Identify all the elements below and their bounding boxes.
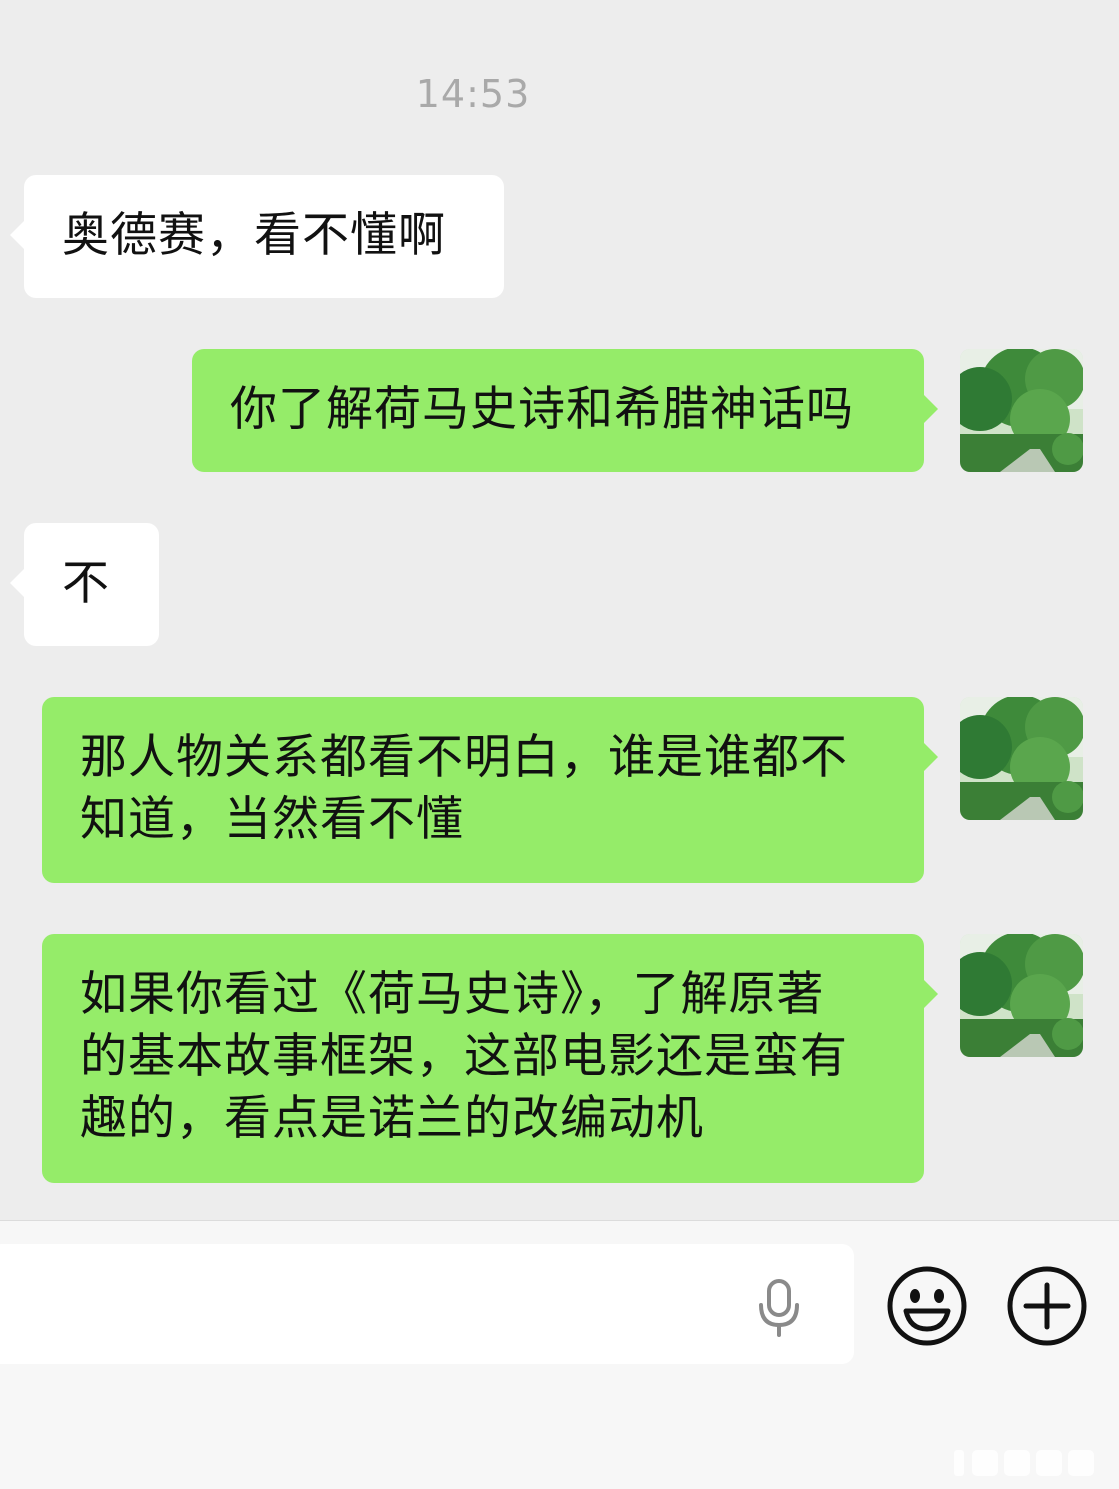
message-text: 你了解荷马史诗和希腊神话吗 [230,382,854,437]
user-avatar[interactable] [960,934,1083,1057]
sent-message-bubble[interactable]: 那人物关系都看不明白，谁是谁都不 知道，当然看不懂 [42,697,938,883]
smiley-face-icon[interactable] [886,1265,968,1347]
user-avatar[interactable] [960,349,1083,472]
message-timestamp: 14:53 [415,72,531,116]
user-avatar[interactable] [960,697,1083,820]
watermark-logo [950,1446,1110,1480]
message-input[interactable] [0,1244,854,1364]
plus-icon[interactable] [1006,1265,1088,1347]
sent-message-bubble[interactable]: 你了解荷马史诗和希腊神话吗 [192,349,938,472]
message-text-line: 那人物关系都看不明白，谁是谁都不 [80,730,848,785]
message-text-line: 如果你看过《荷马史诗》，了解原著 [80,967,825,1022]
message-text: 奥德赛，看不懂啊 [62,208,446,263]
chat-area: 14:53 奥德赛，看不懂啊 你了解荷马史诗和希腊神话吗 不 那人物关系都看不明… [0,0,1119,1220]
message-text-line: 趣的，看点是诺兰的改编动机 [80,1091,704,1146]
message-text: 不 [62,556,110,611]
received-message-bubble[interactable]: 奥德赛，看不懂啊 [10,175,504,298]
message-text-line: 的基本故事框架，这部电影还是蛮有 [80,1029,848,1084]
sent-message-bubble[interactable]: 如果你看过《荷马史诗》，了解原著 的基本故事框架，这部电影还是蛮有 趣的，看点是… [42,934,938,1183]
message-text-line: 知道，当然看不懂 [80,792,464,847]
received-message-bubble[interactable]: 不 [10,523,159,646]
microphone-icon[interactable] [752,1277,806,1337]
